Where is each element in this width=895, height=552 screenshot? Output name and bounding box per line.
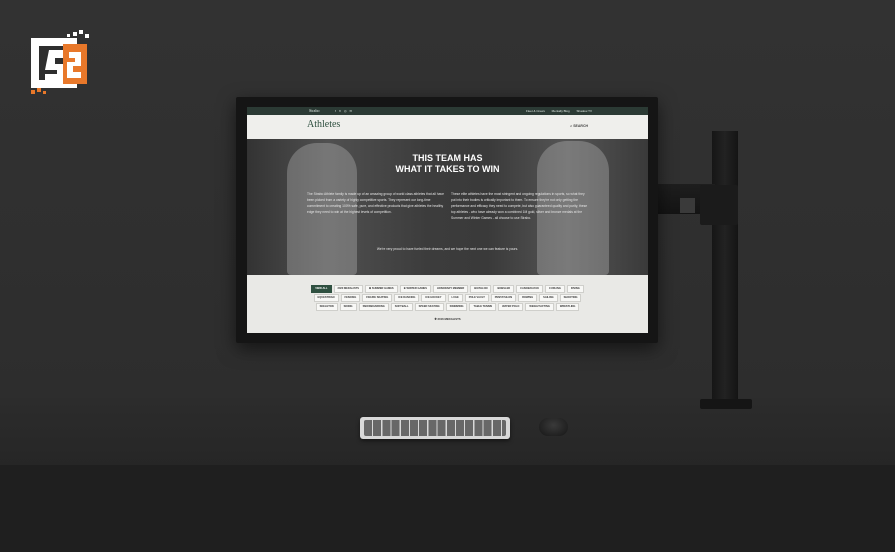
filter-chip[interactable]: ICE HOCKEY: [421, 294, 446, 302]
filter-chip[interactable]: SKELETON: [315, 303, 338, 311]
search-button[interactable]: ⌕ SEARCH: [570, 124, 588, 128]
topbar-link[interactable]: Shadow TV: [577, 109, 592, 113]
filter-chip[interactable]: WEIGHTLIFTING: [525, 303, 554, 311]
filter-row-3: SKELETON SKIING SNOWBOARDING SOFTBALL SPEED …: [247, 303, 648, 311]
filter-chip[interactable]: LUGE: [447, 294, 463, 302]
monitor-stand-clamp: [700, 185, 738, 225]
monitor-screen: Strabo f ✕ ◎ ✉ Fleet & Crews Mentally Bl…: [247, 107, 648, 333]
topbar-brand[interactable]: Strabo: [309, 107, 319, 115]
filter-chip[interactable]: SHOOTING: [559, 294, 582, 302]
mouse: [539, 418, 568, 436]
filter-chip[interactable]: FENCING: [340, 294, 361, 302]
topbar-link[interactable]: Mentally Blog: [552, 109, 570, 113]
filter-chip[interactable]: CURLING: [545, 285, 565, 293]
filter-chip[interactable]: DIVING: [566, 285, 584, 293]
site-header: Athletes ⌕ SEARCH: [247, 115, 648, 139]
filter-chip[interactable]: ROWING: [518, 294, 538, 302]
filter-chip[interactable]: FIGURE SKATING: [362, 294, 393, 302]
hero-heading: THIS TEAM HAS WHAT IT TAKES TO WIN: [247, 153, 648, 175]
filter-chip[interactable]: SWIMMING: [445, 303, 468, 311]
hero-section: THIS TEAM HAS WHAT IT TAKES TO WIN The S…: [247, 139, 648, 275]
hero-heading-line-2: WHAT IT TAKES TO WIN: [395, 164, 500, 174]
monitor-stand-base: [700, 399, 752, 409]
desk-front: [0, 465, 895, 552]
sport-filters: VIEW ALL 2020 MEDALISTS ✪ SUMMER GAMES ❄ WI…: [247, 275, 648, 333]
page-title: Athletes: [307, 119, 341, 130]
filter-chip[interactable]: TABLE TENNIS: [469, 303, 497, 311]
load-more-link[interactable]: ✚ 2016 MEDALISTS: [247, 317, 648, 321]
social-icons[interactable]: f ✕ ◎ ✉: [335, 107, 353, 115]
topbar-links: Fleet & Crews Mentally Blog Shadow TV: [520, 107, 592, 115]
filter-chip[interactable]: SAILING: [539, 294, 558, 302]
topbar-link[interactable]: Fleet & Crews: [526, 109, 545, 113]
filter-chip[interactable]: ✪ SUMMER GAMES: [365, 285, 398, 293]
filter-chip[interactable]: POLE VAULT: [464, 294, 489, 302]
filter-chip[interactable]: EQUESTRIAN: [313, 294, 339, 302]
hero-right-text: These elite athletes have the most strin…: [451, 192, 588, 220]
filter-chip[interactable]: PENTATHLON: [490, 294, 517, 302]
hero-left-text: The Strabo Athlete family is made up of …: [307, 192, 444, 214]
filter-chip[interactable]: SNOWBOARDING: [358, 303, 389, 311]
hero-heading-line-1: THIS TEAM HAS: [412, 153, 483, 163]
filter-chip[interactable]: ICE DANCING: [394, 294, 420, 302]
keyboard-keys: [364, 420, 506, 436]
site-topbar: Strabo f ✕ ◎ ✉ Fleet & Crews Mentally Bl…: [247, 107, 648, 115]
filter-chip[interactable]: WRESTLING: [555, 303, 580, 311]
filter-row-2: EQUESTRIAN FENCING FIGURE SKATING ICE DANCI…: [247, 294, 648, 302]
keyboard: [360, 417, 510, 439]
hero-quote: We're very proud to have fueled their dr…: [376, 247, 519, 251]
filter-row-1: VIEW ALL 2020 MEDALISTS ✪ SUMMER GAMES ❄ WI…: [247, 285, 648, 293]
filter-chip[interactable]: SPEED SKATING: [414, 303, 444, 311]
filter-chip[interactable]: 2020 MEDALISTS: [333, 285, 363, 293]
filter-chip[interactable]: WATER POLO: [498, 303, 524, 311]
filter-chip[interactable]: SOFTBALL: [390, 303, 413, 311]
filter-chip[interactable]: HONORARY MEMBER: [433, 285, 469, 293]
filter-chip[interactable]: SKIING: [339, 303, 357, 311]
filter-chip[interactable]: ❄ WINTER GAMES: [399, 285, 432, 293]
monitor-stand-pole: [712, 131, 738, 403]
search-label: SEARCH: [573, 124, 588, 128]
filter-chip[interactable]: VIEW ALL: [311, 285, 332, 293]
brand-logo-icon: [31, 30, 89, 94]
filter-chip[interactable]: BIATHLON: [470, 285, 492, 293]
monitor: Strabo f ✕ ◎ ✉ Fleet & Crews Mentally Bl…: [236, 97, 658, 343]
stand-logo-icon: [680, 198, 695, 213]
filter-chip[interactable]: CANOE/KAYAK: [516, 285, 544, 293]
filter-chip[interactable]: BOBSLED: [493, 285, 515, 293]
desk-scene: Strabo f ✕ ◎ ✉ Fleet & Crews Mentally Bl…: [0, 0, 895, 552]
